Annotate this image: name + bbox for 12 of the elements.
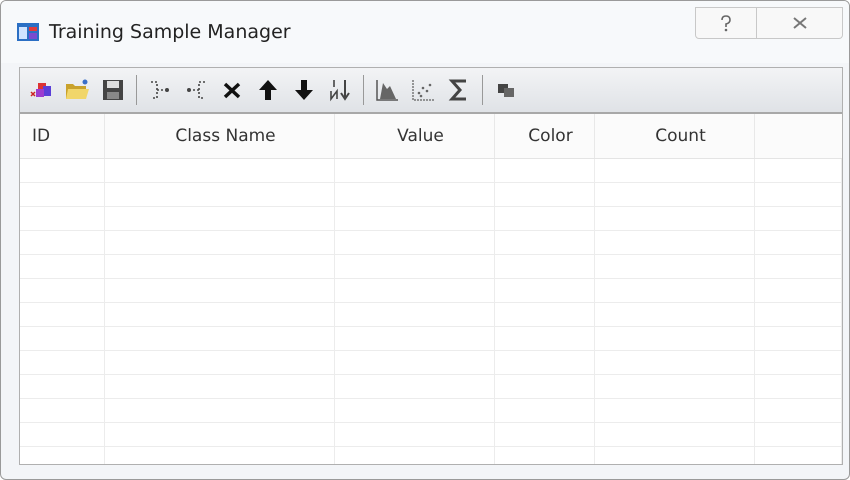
column-header[interactable]: Color <box>495 114 595 158</box>
column-header[interactable]: ID <box>20 114 105 158</box>
column-header[interactable]: Class Name <box>105 114 335 158</box>
histogram-icon[interactable] <box>374 77 400 103</box>
save-icon[interactable] <box>100 77 126 103</box>
close-icon <box>792 16 808 30</box>
app-icon <box>17 23 39 41</box>
window-title: Training Sample Manager <box>49 21 291 43</box>
help-icon <box>719 14 733 32</box>
column-header[interactable]: Count <box>595 114 755 158</box>
column-header[interactable]: Value <box>335 114 495 158</box>
scatter-plot-icon[interactable] <box>410 77 436 103</box>
